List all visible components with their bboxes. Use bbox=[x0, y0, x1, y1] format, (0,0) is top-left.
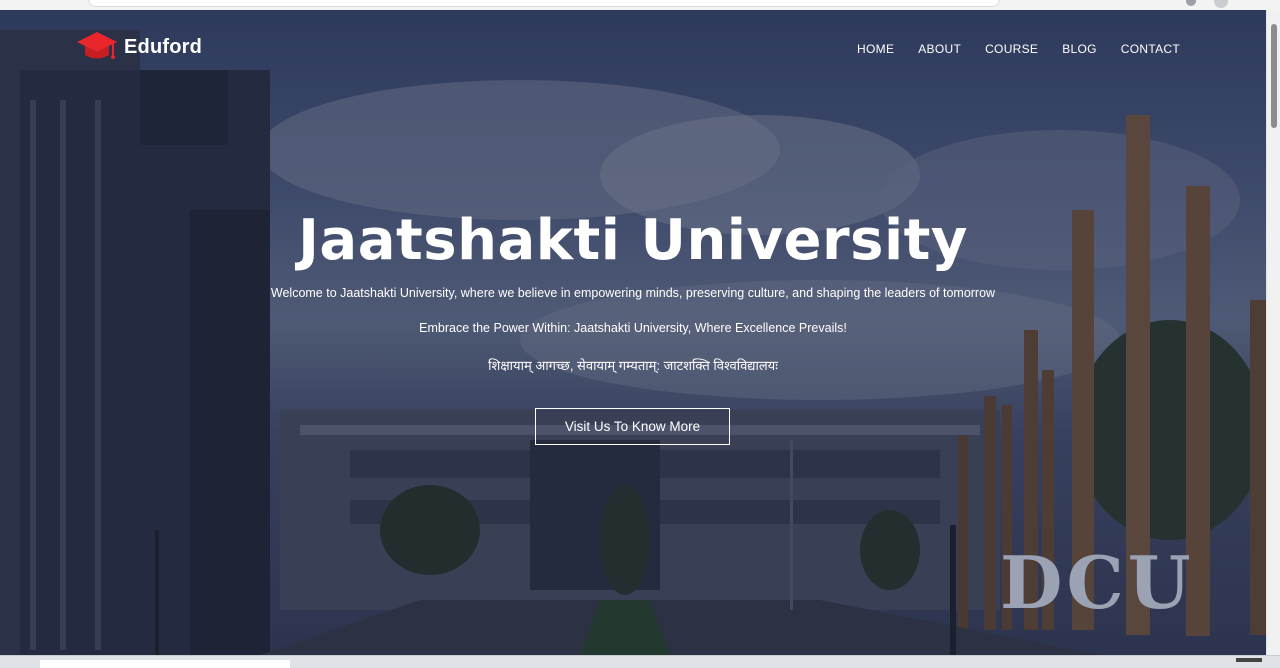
nav-about[interactable]: ABOUT bbox=[918, 42, 961, 56]
address-bar[interactable] bbox=[88, 0, 1000, 7]
nav-home[interactable]: HOME bbox=[857, 42, 894, 56]
nav-contact[interactable]: CONTACT bbox=[1121, 42, 1180, 56]
graduation-cap-icon bbox=[76, 30, 118, 64]
taskbar-strip bbox=[0, 655, 1280, 668]
visit-us-button[interactable]: Visit Us To Know More bbox=[535, 408, 730, 445]
dcu-sign: DCU bbox=[1000, 540, 1195, 625]
browser-extension-icon[interactable] bbox=[1186, 0, 1196, 6]
hero-subtitle: Welcome to Jaatshakti University, where … bbox=[270, 286, 996, 300]
brand-logo[interactable]: Eduford bbox=[76, 30, 202, 64]
nav-course[interactable]: COURSE bbox=[985, 42, 1038, 56]
page-scrollbar[interactable] bbox=[1266, 10, 1280, 655]
hero-motto: शिक्षायाम् आगच्छ, सेवायाम् गम्यताम्: जाट… bbox=[488, 358, 778, 373]
nav-blog[interactable]: BLOG bbox=[1062, 42, 1097, 56]
main-nav: HOME ABOUT COURSE BLOG CONTACT bbox=[857, 42, 1180, 56]
brand-name: Eduford bbox=[124, 35, 203, 58]
hero-tagline: Embrace the Power Within: Jaatshakti Uni… bbox=[419, 321, 847, 335]
hero-title: Jaatshakti University bbox=[298, 208, 968, 273]
browser-profile-icon[interactable] bbox=[1214, 0, 1228, 8]
taskbar-clock bbox=[1236, 658, 1262, 662]
hero-section: DCU Eduford HOME ABOUT COURSE BLOG CONTA… bbox=[0, 10, 1266, 655]
scrollbar-thumb[interactable] bbox=[1271, 24, 1277, 128]
